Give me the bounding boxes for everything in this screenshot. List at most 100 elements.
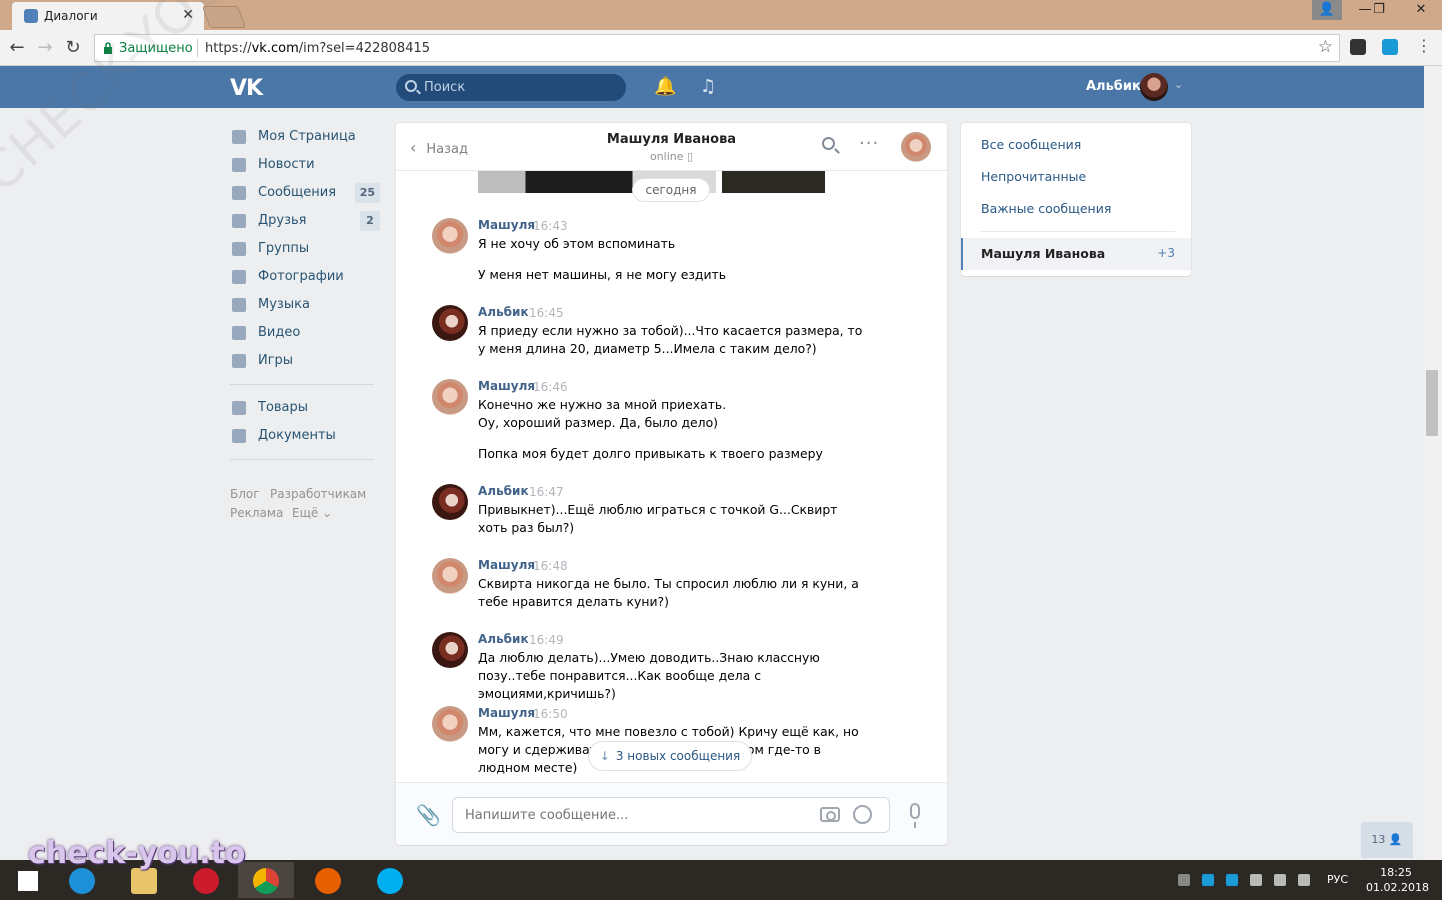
search-icon: [405, 80, 417, 92]
sidebar-item-music[interactable]: Музыка: [230, 294, 382, 318]
paperclip-icon[interactable]: 📎: [416, 803, 441, 827]
active-dialog-item[interactable]: Машуля Иванова +3: [961, 238, 1191, 270]
forward-arrow-icon[interactable]: →: [34, 37, 56, 59]
footer-link-more[interactable]: Ещё ⌄: [292, 506, 332, 520]
sidebar-item-label: Видео: [258, 325, 301, 340]
browser-menu-icon[interactable]: ⋮: [1416, 36, 1432, 55]
message-author[interactable]: Альбик: [478, 484, 529, 498]
message-author[interactable]: Машуля: [478, 706, 535, 720]
message-time: 16:47: [529, 485, 564, 499]
filter-all-messages[interactable]: Все сообщения: [981, 137, 1081, 152]
more-icon[interactable]: ···: [859, 133, 879, 154]
vk-logo[interactable]: VK: [230, 76, 263, 101]
taskbar-chrome[interactable]: [238, 862, 294, 898]
search-icon[interactable]: [822, 137, 835, 150]
taskbar-skype[interactable]: [362, 862, 418, 898]
page-scrollbar[interactable]: [1424, 66, 1442, 860]
sidebar-item-label: Игры: [258, 353, 294, 368]
clock-date: 01.02.2018: [1366, 881, 1429, 894]
address-bar[interactable]: Защищено https://vk.com/im?sel=422808415…: [94, 34, 1340, 62]
filter-important[interactable]: Важные сообщения: [981, 201, 1111, 216]
tray-skype-icon[interactable]: [1226, 874, 1238, 886]
tray-icon[interactable]: [1178, 874, 1190, 886]
sidebar-item-label: Музыка: [258, 297, 310, 312]
footer-link-developers[interactable]: Разработчикам: [270, 487, 366, 501]
message-author[interactable]: Машуля: [478, 218, 535, 232]
avatar[interactable]: [432, 558, 468, 594]
sidebar-item-documents[interactable]: Документы: [230, 425, 382, 449]
sidebar-item-groups[interactable]: Группы: [230, 238, 382, 262]
tray-security-icon[interactable]: [1250, 874, 1262, 886]
sidebar-item-my-page[interactable]: Моя Страница: [230, 126, 382, 150]
footer-link-ads[interactable]: Реклама: [230, 506, 283, 520]
new-messages-button[interactable]: ↓ 3 новых сообщения: [588, 741, 752, 771]
bookmark-star-icon[interactable]: ☆: [1318, 37, 1333, 57]
avatar[interactable]: [432, 379, 468, 415]
back-arrow-icon[interactable]: ←: [6, 37, 28, 59]
message-author[interactable]: Машуля: [478, 558, 535, 572]
sidebar-item-video[interactable]: Видео: [230, 322, 382, 346]
sidebar-divider: [230, 384, 374, 385]
message-line: У меня нет машины, я не могу ездить: [478, 267, 727, 282]
camera-icon[interactable]: [820, 807, 840, 822]
url-text[interactable]: https://vk.com/im?sel=422808415: [205, 41, 430, 56]
sidebar-item-friends[interactable]: Друзья 2: [230, 210, 382, 234]
profile-icon[interactable]: 👤: [1312, 0, 1342, 20]
avatar[interactable]: [432, 706, 468, 742]
search-placeholder: Поиск: [424, 80, 466, 95]
music-icon[interactable]: ♫: [700, 76, 716, 97]
network-icon[interactable]: [1274, 874, 1286, 886]
message-author[interactable]: Альбик: [478, 632, 529, 646]
sidebar-item-label: Друзья: [258, 213, 307, 228]
url-host: vk.com: [251, 41, 299, 56]
extension-icon[interactable]: [1350, 39, 1366, 55]
sidebar-item-news[interactable]: Новости: [230, 154, 382, 178]
scrollbar-thumb[interactable]: [1426, 370, 1438, 436]
taskbar-firefox[interactable]: [300, 862, 356, 898]
sidebar-item-label: Сообщения: [258, 185, 337, 200]
sidebar-item-goods[interactable]: Товары: [230, 397, 382, 421]
sidebar-item-games[interactable]: Игры: [230, 350, 382, 374]
message-line: Оу, хороший размер. Да, было дело): [478, 415, 719, 430]
avatar[interactable]: [432, 218, 468, 254]
search-input[interactable]: Поиск: [396, 74, 626, 101]
contact-avatar[interactable]: [901, 132, 931, 162]
messages-count-badge: 25: [354, 183, 380, 203]
filter-unread[interactable]: Непрочитанные: [981, 169, 1086, 184]
camera-icon: [232, 270, 246, 284]
avatar[interactable]: [432, 484, 468, 520]
chevron-down-icon[interactable]: ⌄: [1174, 78, 1183, 91]
active-dialog-name: Машуля Иванова: [981, 246, 1106, 261]
maximize-button[interactable]: ❐: [1364, 0, 1394, 20]
online-friends-counter[interactable]: 13 👤: [1361, 822, 1413, 858]
avatar[interactable]: [432, 305, 468, 341]
skype-extension-icon[interactable]: [1382, 39, 1398, 55]
message-time: 16:45: [529, 306, 564, 320]
sidebar-item-messages[interactable]: Сообщения 25: [230, 182, 382, 206]
sidebar-item-label: Моя Страница: [258, 129, 356, 144]
chat-panel: ‹ Назад Машуля Иванова online ▯ ··· сегод…: [396, 123, 947, 845]
sidebar-item-photos[interactable]: Фотографии: [230, 266, 382, 290]
message-author[interactable]: Альбик: [478, 305, 529, 319]
microphone-icon[interactable]: [910, 803, 920, 828]
photo-attachment[interactable]: [722, 171, 825, 193]
volume-icon[interactable]: [1298, 874, 1310, 886]
avatar[interactable]: [432, 632, 468, 668]
message-line: Сквирта никогда не было. Ты спросил любл…: [478, 576, 859, 609]
reload-icon[interactable]: ↻: [62, 37, 84, 59]
message-author[interactable]: Машуля: [478, 379, 535, 393]
header-user-name[interactable]: Альбик: [1086, 79, 1141, 94]
bag-icon: [232, 401, 246, 415]
tray-skype-icon[interactable]: [1202, 874, 1214, 886]
message-line: Попка моя будет долго привыкать к твоего…: [478, 446, 823, 461]
window-close-button[interactable]: ✕: [1400, 0, 1442, 20]
sidebar-item-label: Документы: [258, 428, 336, 443]
language-indicator[interactable]: РУС: [1327, 873, 1348, 886]
footer-link-blog[interactable]: Блог: [230, 487, 260, 501]
clock[interactable]: 18:25 01.02.2018: [1366, 865, 1429, 895]
header-avatar[interactable]: [1140, 73, 1168, 101]
bell-icon[interactable]: 🔔: [654, 76, 676, 97]
music-note-icon: [232, 298, 246, 312]
vk-header: VK Поиск 🔔 ♫ Альбик ⌄: [0, 66, 1424, 108]
emoji-icon[interactable]: [853, 805, 872, 824]
